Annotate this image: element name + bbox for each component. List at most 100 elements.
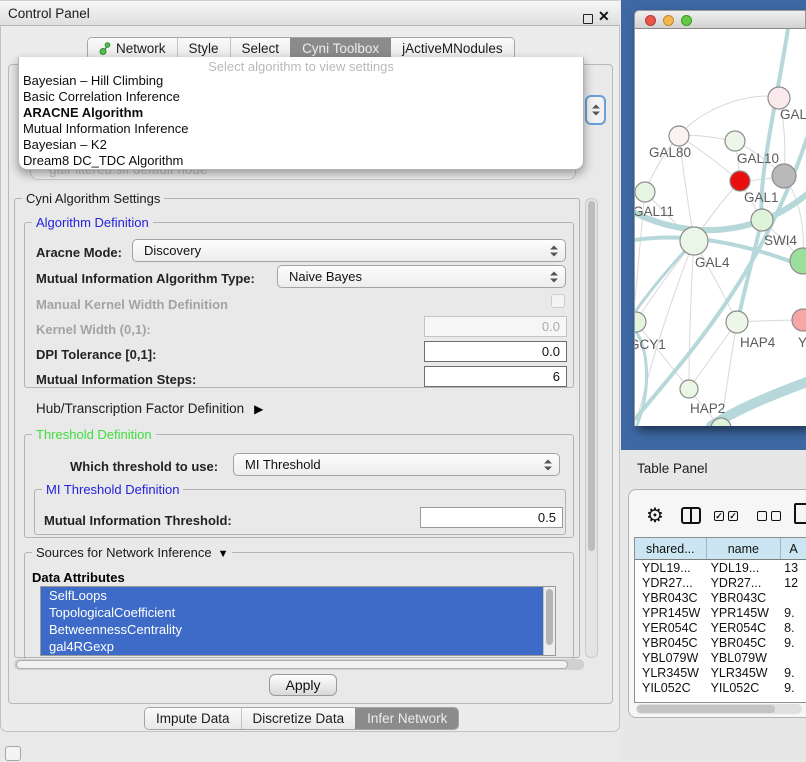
tab-discretize-data[interactable]: Discretize Data (241, 708, 356, 729)
tab-jactivemnodules[interactable]: jActiveMNodules (390, 38, 514, 59)
table-cell: YER054C (707, 620, 782, 635)
network-node[interactable] (669, 126, 689, 146)
document-icon[interactable] (794, 503, 806, 524)
network-icon (99, 42, 111, 55)
network-node[interactable] (790, 248, 806, 274)
network-node[interactable] (725, 131, 745, 151)
data-attribute-item[interactable]: SelfLoops (41, 587, 555, 604)
network-node[interactable] (751, 209, 773, 231)
node-table[interactable]: shared...nameA YDL19...YDL19...13YDR27..… (634, 537, 806, 703)
which-threshold-combo[interactable]: MI Threshold (233, 453, 560, 476)
dpi-tolerance-field[interactable]: 0.0 (424, 341, 567, 362)
aracne-mode-value: Discovery (144, 243, 201, 258)
sources-group-title[interactable]: Sources for Network Inference▼ (32, 545, 232, 560)
network-node[interactable] (730, 171, 750, 191)
manual-kernel-checkbox[interactable] (551, 294, 565, 308)
network-window-titlebar[interactable] (634, 10, 806, 29)
table-row[interactable]: YBR043CYBR043C (635, 590, 806, 605)
table-cell (781, 590, 806, 605)
data-attributes-label: Data Attributes (32, 570, 125, 585)
aracne-mode-combo[interactable]: Discovery (132, 239, 566, 262)
tab-cyni-toolbox[interactable]: Cyni Toolbox (290, 38, 390, 59)
algorithm-dropdown: Select algorithm to view settings Bayesi… (18, 57, 584, 170)
column-header[interactable]: shared... (635, 538, 707, 559)
data-attribute-item[interactable]: gal4RGexp (41, 638, 555, 655)
table-row[interactable]: YLR345WYLR345W9. (635, 665, 806, 680)
mi-steps-field[interactable]: 6 (424, 366, 567, 387)
mi-algorithm-type-combo[interactable]: Naive Bayes (277, 265, 566, 288)
data-attribute-item[interactable]: TopologicalCoefficient (41, 604, 555, 621)
minimize-window-icon[interactable] (663, 15, 674, 26)
mi-threshold-field[interactable]: 0.5 (420, 507, 563, 528)
table-horizontal-scrollbar[interactable] (636, 704, 802, 714)
list-vertical-scrollbar[interactable] (543, 587, 555, 655)
table-cell: YER054C (635, 620, 707, 635)
table-cell: YBR043C (707, 590, 782, 605)
algorithm-option[interactable]: Bayesian – Hill Climbing (19, 73, 583, 89)
table-row[interactable]: YDL19...YDL19...13 (635, 560, 806, 575)
network-node[interactable] (635, 312, 646, 332)
checked-checkbox-icon[interactable]: ✓ (714, 511, 724, 521)
tab-infer-network[interactable]: Infer Network (355, 708, 458, 729)
hub-definition-toggle[interactable]: Hub/Transcription Factor Definition▶ (36, 401, 263, 416)
tab-select[interactable]: Select (230, 38, 291, 59)
spinner-arrows-icon (550, 271, 558, 282)
table-row[interactable]: YPR145WYPR145W9. (635, 605, 806, 620)
focused-combo-fragment[interactable] (585, 95, 606, 125)
network-node[interactable] (772, 164, 796, 188)
gear-icon[interactable]: ⚙ (646, 503, 664, 528)
tab-impute-data[interactable]: Impute Data (145, 708, 241, 729)
unchecked-checkbox-icon[interactable] (771, 511, 781, 521)
spinner-arrows-icon (544, 459, 552, 470)
checked-checkbox-icon[interactable]: ✓ (728, 511, 738, 521)
algorithm-option[interactable]: Dream8 DC_TDC Algorithm (19, 153, 583, 169)
zoom-window-icon[interactable] (681, 15, 692, 26)
unchecked-checkbox-icon[interactable] (757, 511, 767, 521)
node-label: GAL1 (744, 190, 779, 205)
algorithm-option[interactable]: Basic Correlation Inference (19, 89, 583, 105)
network-edge (689, 322, 737, 389)
tab-style[interactable]: Style (177, 38, 230, 59)
settings-vertical-scrollbar[interactable] (585, 198, 598, 658)
network-edge (689, 241, 694, 389)
settings-horizontal-scrollbar[interactable] (14, 659, 584, 670)
float-window-icon[interactable] (583, 14, 593, 24)
network-node[interactable] (792, 309, 806, 331)
kernel-width-field[interactable]: 0.0 (424, 316, 567, 337)
columns-icon[interactable] (681, 507, 701, 524)
network-node[interactable] (680, 227, 708, 255)
close-window-icon[interactable] (645, 15, 656, 26)
tab-network[interactable]: Network (88, 38, 177, 59)
close-icon[interactable]: ✕ (598, 8, 610, 25)
network-node[interactable] (680, 380, 698, 398)
apply-button[interactable]: Apply (269, 674, 337, 696)
minimized-panel-icon[interactable] (5, 746, 21, 761)
table-cell: YLR345W (707, 665, 782, 680)
algorithm-option[interactable]: Mutual Information Inference (19, 121, 583, 137)
mi-threshold-definition-title: MI Threshold Definition (42, 482, 183, 497)
table-cell: YPR145W (707, 605, 782, 620)
dropdown-placeholder: Select algorithm to view settings (19, 57, 583, 73)
algorithm-option[interactable]: ARACNE Algorithm (19, 105, 583, 121)
network-edge (679, 96, 777, 136)
column-header[interactable]: name (707, 538, 782, 559)
table-cell: 9. (781, 605, 806, 620)
node-label: GCY1 (635, 337, 666, 352)
network-node[interactable] (635, 182, 655, 202)
algorithm-option[interactable]: Bayesian – K2 (19, 137, 583, 153)
table-row[interactable]: YDR27...YDR27...12 (635, 575, 806, 590)
network-node[interactable] (768, 87, 790, 109)
table-row[interactable]: YBL079WYBL079W (635, 650, 806, 665)
table-row[interactable]: YER054CYER054C8. (635, 620, 806, 635)
table-panel-title: Table Panel (637, 461, 708, 476)
network-node[interactable] (726, 311, 748, 333)
table-row[interactable]: YBR045CYBR045C9. (635, 635, 806, 650)
data-attribute-item[interactable]: BetweennessCentrality (41, 621, 555, 638)
column-header[interactable]: A (781, 538, 806, 559)
table-cell: YPR145W (635, 605, 707, 620)
network-canvas[interactable]: GALGAL80GAL10GAL1GAL11SWI4GAL4GCY1HAP4YH… (634, 29, 806, 426)
table-row[interactable]: YIL052CYIL052C9. (635, 680, 806, 695)
control-panel-title: Control Panel (8, 6, 90, 21)
node-label: Y (798, 335, 806, 350)
node-label: HAP4 (740, 335, 776, 350)
